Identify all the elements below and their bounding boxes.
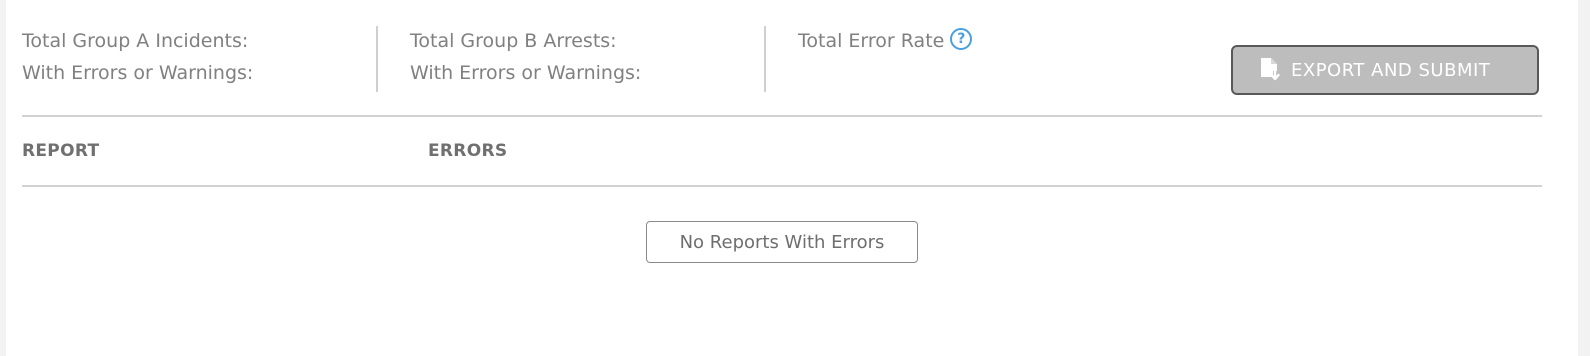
export-button-label: EXPORT AND SUBMIT [1291,59,1491,81]
error-rate-stats: Total Error Rate? [766,25,973,92]
group-a-total-label: Total Group A Incidents: [22,30,249,52]
group-a-stats: Total Group A Incidents: With Errors or … [22,25,376,92]
file-download-icon [1261,58,1280,81]
group-a-errors-label: With Errors or Warnings: [22,62,254,84]
validation-panel: Total Group A Incidents: With Errors or … [6,0,1578,356]
header-bottom-rule [22,185,1542,187]
error-rate-label: Total Error Rate [798,30,945,52]
column-header-report: REPORT [22,141,100,161]
export-and-submit-button[interactable]: EXPORT AND SUBMIT [1231,45,1539,95]
summary-stats: Total Group A Incidents: With Errors or … [22,25,973,92]
question-circle-icon[interactable]: ? [950,28,973,50]
group-b-errors-label: With Errors or Warnings: [410,62,642,84]
header-top-rule [22,115,1542,117]
group-b-stats: Total Group B Arrests: With Errors or Wa… [378,25,764,92]
column-header-errors: ERRORS [428,141,508,161]
group-b-total-label: Total Group B Arrests: [410,30,617,52]
empty-state-message: No Reports With Errors [646,221,918,263]
